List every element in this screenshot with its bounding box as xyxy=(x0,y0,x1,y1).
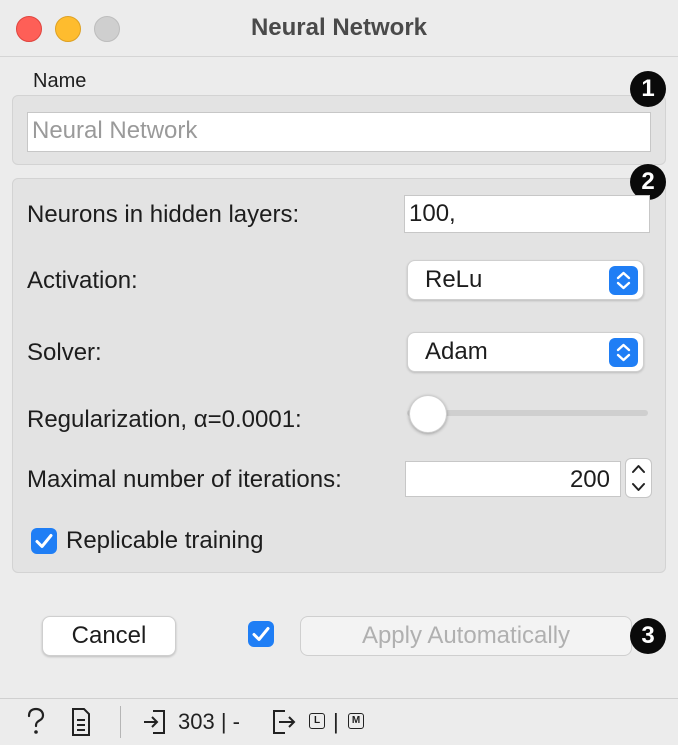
parameters-panel xyxy=(12,178,666,573)
iterations-input[interactable]: 200 xyxy=(405,461,621,497)
solver-label: Solver: xyxy=(27,339,102,366)
replicable-label: Replicable training xyxy=(66,527,264,554)
activation-value: ReLu xyxy=(425,266,483,293)
output-summary-large: L xyxy=(309,713,325,729)
chevron-updown-icon xyxy=(609,338,638,367)
iterations-stepper[interactable] xyxy=(625,458,652,498)
regularization-slider-handle[interactable] xyxy=(409,395,447,433)
apply-automatically-button[interactable]: Apply Automatically xyxy=(300,616,632,656)
status-bar: 303 | - L | M xyxy=(0,698,678,745)
checkmark-icon xyxy=(252,627,270,641)
badge-3: 3 xyxy=(630,618,666,654)
cancel-button[interactable]: Cancel xyxy=(42,616,176,656)
help-icon[interactable] xyxy=(24,707,48,743)
solver-select[interactable]: Adam xyxy=(407,332,644,372)
name-label: Name xyxy=(33,70,87,92)
checkmark-icon xyxy=(35,534,53,548)
report-icon[interactable] xyxy=(70,707,92,743)
regularization-label: Regularization, α=0.0001: xyxy=(27,406,302,433)
dialog-window: Neural Network Name Neural Network 1 2 N… xyxy=(0,0,678,745)
replicable-checkbox[interactable] xyxy=(31,528,57,554)
iterations-label: Maximal number of iterations: xyxy=(27,466,342,493)
input-count: 303 | - xyxy=(178,709,240,734)
input-icon xyxy=(142,708,168,742)
neurons-label: Neurons in hidden layers: xyxy=(27,201,300,228)
chevron-updown-icon xyxy=(609,266,638,295)
neurons-input[interactable]: 100, xyxy=(404,195,650,233)
window-title: Neural Network xyxy=(250,14,428,41)
status-separator xyxy=(120,706,121,738)
output-icon xyxy=(270,708,298,742)
solver-value: Adam xyxy=(425,338,488,365)
name-input[interactable]: Neural Network xyxy=(27,112,651,152)
badge-1: 1 xyxy=(630,71,666,107)
output-separator: | xyxy=(333,709,339,734)
title-bar: Neural Network xyxy=(0,0,678,57)
activation-label: Activation: xyxy=(27,267,138,294)
output-summary-medium: M xyxy=(348,713,364,729)
apply-auto-checkbox[interactable] xyxy=(248,621,274,647)
activation-select[interactable]: ReLu xyxy=(407,260,644,300)
